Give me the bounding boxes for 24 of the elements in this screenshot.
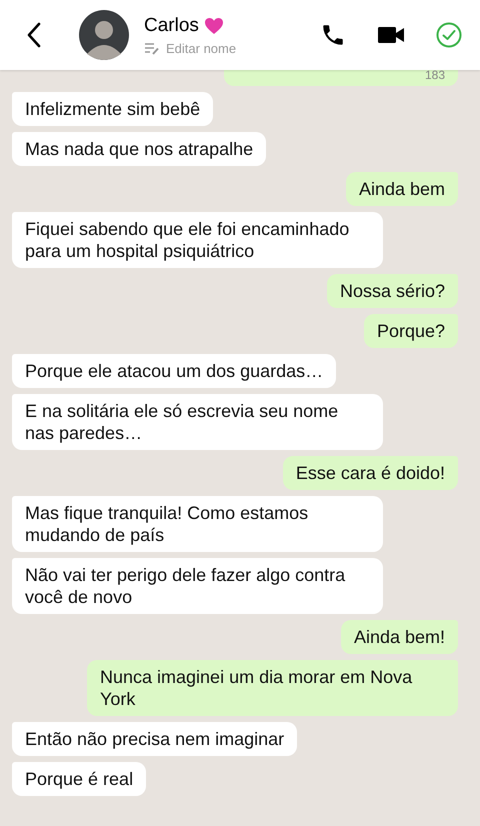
edit-name-link[interactable]: Editar nome — [144, 40, 236, 56]
avatar-icon[interactable] — [79, 10, 129, 60]
video-camera-icon[interactable] — [378, 26, 404, 44]
message-count: 183 — [424, 70, 445, 84]
back-icon[interactable] — [27, 22, 41, 48]
message-text: Ainda bem — [358, 178, 445, 200]
message-text: Nunca imaginei um dia morar em Nova York — [100, 666, 414, 710]
message-text: E na solitária ele só escrevia seu nome nas paredes… — [25, 400, 340, 444]
message-text: Porque ele atacou um dos guardas… — [25, 360, 324, 382]
contact-name: Carlos — [144, 14, 199, 36]
heart-icon — [204, 16, 224, 34]
message-text: Porque é real — [25, 768, 134, 790]
message-text: Ainda bem! — [354, 626, 445, 648]
message-text: Porque? — [376, 320, 445, 342]
message-text: Nossa sério? — [340, 280, 445, 302]
message-text: Mas fique tranquila! Como estamos mudando de país — [25, 502, 310, 546]
message-text: Não vai ter perigo dele fazer algo contra você de novo — [25, 564, 346, 608]
check-circle-icon[interactable] — [436, 22, 462, 48]
edit-icon — [144, 42, 160, 54]
message-text: Então não precisa nem imaginar — [25, 728, 284, 750]
message-text: Esse cara é doido! — [296, 462, 445, 484]
message-text: Infelizmente sim bebê — [25, 98, 200, 120]
message-text: Mas nada que nos atrapalhe — [25, 138, 254, 160]
message-text: Fiquei sabendo que ele foi encaminhado para um hospital psiquiátrico — [25, 218, 350, 262]
